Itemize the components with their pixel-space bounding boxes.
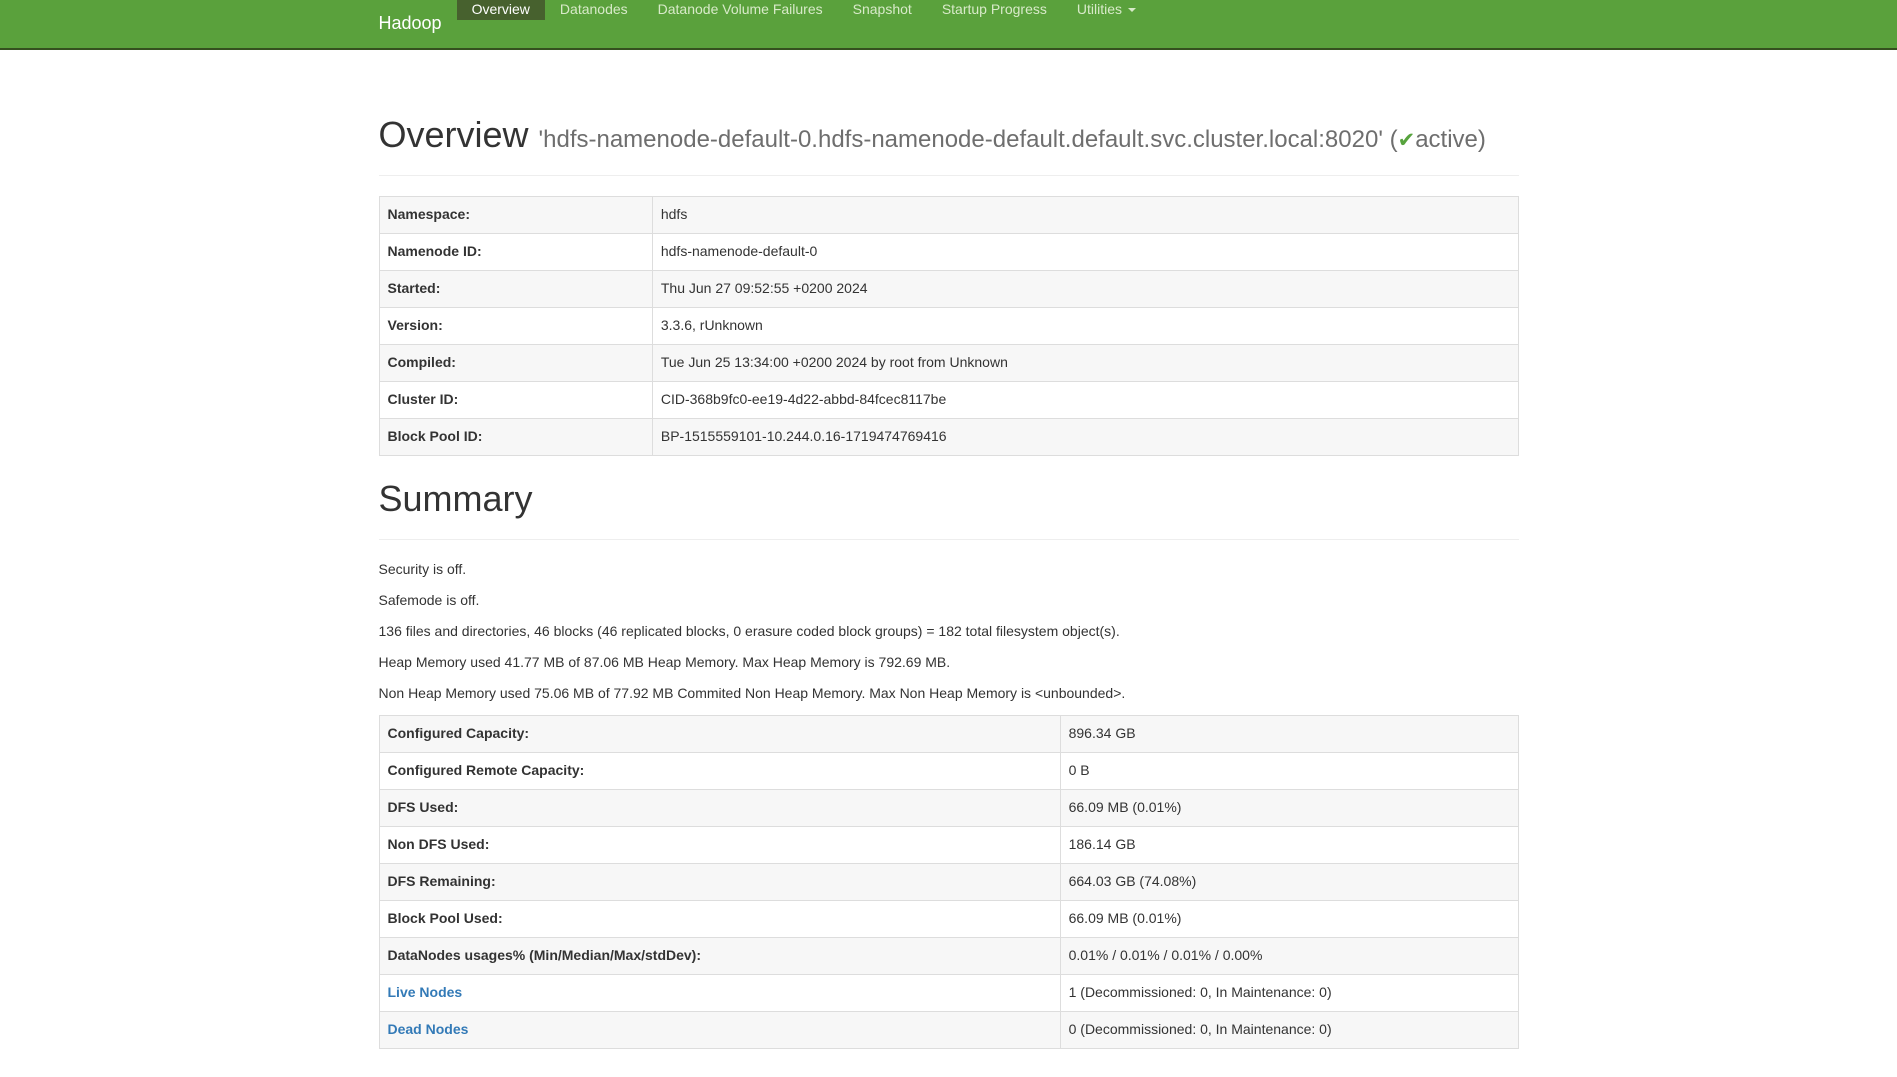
row-value: 664.03 GB (74.08%) — [1060, 863, 1518, 900]
row-value: 3.3.6, rUnknown — [652, 307, 1518, 344]
row-label: Configured Capacity: — [379, 715, 1060, 752]
nav-dropdown-utilities[interactable]: Utilities — [1062, 0, 1151, 20]
row-value: Thu Jun 27 09:52:55 +0200 2024 — [652, 270, 1518, 307]
table-row: Cluster ID: CID-368b9fc0-ee19-4d22-abbd-… — [379, 381, 1518, 418]
active-check-icon: ✔ — [1398, 129, 1416, 152]
row-label: Started: — [379, 270, 652, 307]
row-value: hdfs-namenode-default-0 — [652, 233, 1518, 270]
navbar-container: Hadoop Overview Datanodes Datanode Volum… — [364, 0, 1534, 48]
row-value: 186.14 GB — [1060, 826, 1518, 863]
namenode-endpoint: 'hdfs-namenode-default-0.hdfs-namenode-d… — [539, 126, 1383, 153]
page-title-text: Overview — [379, 114, 529, 155]
table-row: Dead Nodes 0 (Decommissioned: 0, In Main… — [379, 1011, 1518, 1048]
row-label: Namenode ID: — [379, 233, 652, 270]
live-nodes-link[interactable]: Live Nodes — [388, 984, 463, 1000]
nav-tab-startup-progress[interactable]: Startup Progress — [927, 0, 1062, 20]
non-heap-memory: Non Heap Memory used 75.06 MB of 77.92 M… — [379, 684, 1519, 704]
table-row: Namespace: hdfs — [379, 197, 1518, 234]
nav-tab-snapshot[interactable]: Snapshot — [838, 0, 927, 20]
nav-tab-datanodes[interactable]: Datanodes — [545, 0, 643, 20]
table-row: Non DFS Used: 186.14 GB — [379, 826, 1518, 863]
row-value: hdfs — [652, 197, 1518, 234]
row-value: Tue Jun 25 13:34:00 +0200 2024 by root f… — [652, 344, 1518, 381]
table-row: Namenode ID: hdfs-namenode-default-0 — [379, 233, 1518, 270]
summary-heading: Summary — [379, 476, 1519, 521]
row-label: Dead Nodes — [379, 1011, 1060, 1048]
row-label: Compiled: — [379, 344, 652, 381]
summary-table: Configured Capacity: 896.34 GB Configure… — [379, 715, 1519, 1049]
row-value: CID-368b9fc0-ee19-4d22-abbd-84fcec8117be — [652, 381, 1518, 418]
table-row: Block Pool Used: 66.09 MB (0.01%) — [379, 900, 1518, 937]
utilities-label: Utilities — [1077, 0, 1122, 20]
status-close-paren: ) — [1478, 126, 1486, 153]
brand-hadoop[interactable]: Hadoop — [379, 0, 457, 48]
row-value: 66.09 MB (0.01%) — [1060, 900, 1518, 937]
dead-nodes-link[interactable]: Dead Nodes — [388, 1021, 469, 1037]
nav-tab-overview[interactable]: Overview — [457, 0, 545, 20]
table-row: DFS Remaining: 664.03 GB (74.08%) — [379, 863, 1518, 900]
row-value: 0 B — [1060, 752, 1518, 789]
table-row: Configured Capacity: 896.34 GB — [379, 715, 1518, 752]
table-row: Block Pool ID: BP-1515559101-10.244.0.16… — [379, 418, 1518, 455]
row-label: Version: — [379, 307, 652, 344]
safemode-status: Safemode is off. — [379, 591, 1519, 611]
status-open-paren: ( — [1390, 126, 1398, 153]
divider — [379, 175, 1519, 176]
row-label: Non DFS Used: — [379, 826, 1060, 863]
row-value: 0 (Decommissioned: 0, In Maintenance: 0) — [1060, 1011, 1518, 1048]
row-value: 66.09 MB (0.01%) — [1060, 789, 1518, 826]
filesystem-objects: 136 files and directories, 46 blocks (46… — [379, 622, 1519, 642]
row-label: DataNodes usages% (Min/Median/Max/stdDev… — [379, 937, 1060, 974]
main-content: Overview 'hdfs-namenode-default-0.hdfs-n… — [364, 50, 1534, 1049]
row-label: Live Nodes — [379, 974, 1060, 1011]
table-row: DataNodes usages% (Min/Median/Max/stdDev… — [379, 937, 1518, 974]
divider — [379, 539, 1519, 540]
row-label: DFS Used: — [379, 789, 1060, 826]
table-row: Live Nodes 1 (Decommissioned: 0, In Main… — [379, 974, 1518, 1011]
table-row: Version: 3.3.6, rUnknown — [379, 307, 1518, 344]
caret-down-icon — [1128, 8, 1136, 12]
row-label: Namespace: — [379, 197, 652, 234]
table-row: Started: Thu Jun 27 09:52:55 +0200 2024 — [379, 270, 1518, 307]
row-value: 0.01% / 0.01% / 0.01% / 0.00% — [1060, 937, 1518, 974]
row-label: Block Pool Used: — [379, 900, 1060, 937]
row-label: Cluster ID: — [379, 381, 652, 418]
table-row: DFS Used: 66.09 MB (0.01%) — [379, 789, 1518, 826]
row-label: Configured Remote Capacity: — [379, 752, 1060, 789]
row-value: 1 (Decommissioned: 0, In Maintenance: 0) — [1060, 974, 1518, 1011]
row-value: 896.34 GB — [1060, 715, 1518, 752]
top-navbar: Hadoop Overview Datanodes Datanode Volum… — [0, 0, 1897, 50]
row-value: BP-1515559101-10.244.0.16-1719474769416 — [652, 418, 1518, 455]
heap-memory: Heap Memory used 41.77 MB of 87.06 MB He… — [379, 653, 1519, 673]
security-status: Security is off. — [379, 560, 1519, 580]
table-row: Compiled: Tue Jun 25 13:34:00 +0200 2024… — [379, 344, 1518, 381]
page-title: Overview 'hdfs-namenode-default-0.hdfs-n… — [379, 112, 1519, 157]
table-row: Configured Remote Capacity: 0 B — [379, 752, 1518, 789]
nav-tab-datanode-volume-failures[interactable]: Datanode Volume Failures — [643, 0, 838, 20]
nav-tabs: Overview Datanodes Datanode Volume Failu… — [457, 0, 1151, 48]
status-badge: active — [1415, 126, 1478, 153]
cluster-info-table: Namespace: hdfs Namenode ID: hdfs-nameno… — [379, 196, 1519, 456]
row-label: DFS Remaining: — [379, 863, 1060, 900]
row-label: Block Pool ID: — [379, 418, 652, 455]
